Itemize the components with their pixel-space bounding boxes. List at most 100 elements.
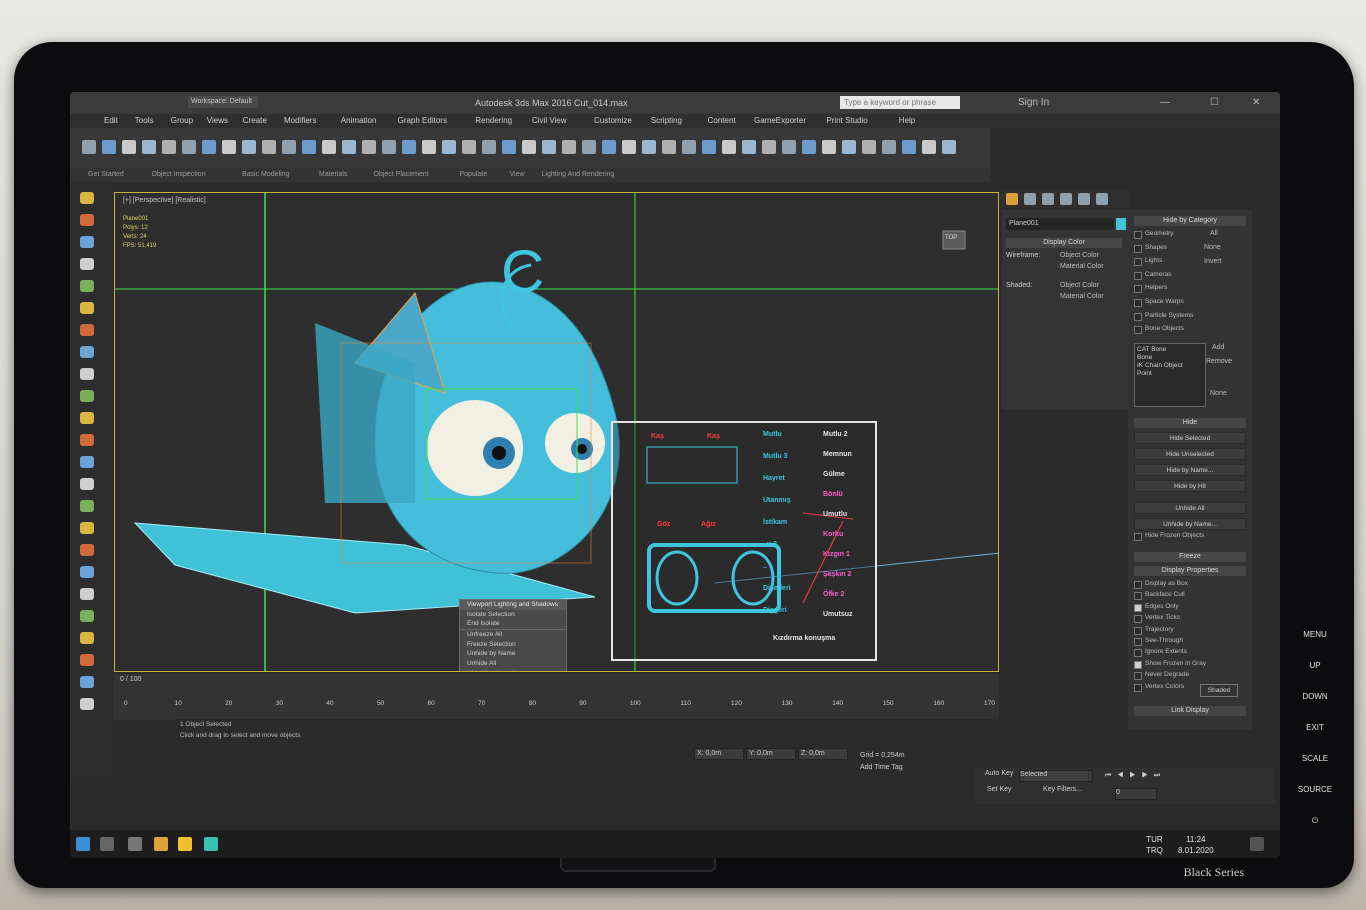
category-checkbox[interactable]: Helpers [1134, 284, 1167, 294]
link-display-rollout[interactable]: Link Display [1134, 706, 1246, 716]
toolbar-tool-icon[interactable] [262, 140, 276, 154]
context-menu-item[interactable]: Isolate Selection [460, 610, 566, 620]
toolbar-tool-icon[interactable] [402, 140, 416, 154]
toolbar-tool-icon[interactable] [622, 140, 636, 154]
toolbar-tool-icon[interactable] [482, 140, 496, 154]
display-property-checkbox[interactable]: Trajectory [1134, 626, 1174, 635]
monitor-power-button[interactable]: ⏻ [1292, 816, 1338, 847]
notification-icon[interactable] [1250, 837, 1264, 851]
left-tool-icon[interactable] [80, 632, 94, 644]
shaded-material-color[interactable]: Material Color [1060, 293, 1104, 300]
display-property-checkbox[interactable]: Ignore Extents [1134, 648, 1187, 658]
context-menu-item[interactable]: Viewport Lighting and Shadows [460, 600, 566, 610]
language-indicator[interactable]: TUR TRQ [1146, 834, 1163, 856]
display-property-checkbox[interactable]: Display as Box [1134, 580, 1188, 589]
ribbon-tab-5[interactable]: Populate [460, 171, 488, 178]
menu-item-10[interactable]: Customize [594, 116, 632, 125]
left-tool-icon[interactable] [80, 456, 94, 468]
menu-item-4[interactable]: Create [243, 116, 267, 125]
y-coord-field[interactable]: Y: 0,0m [746, 748, 796, 760]
create-tab-icon[interactable] [1006, 193, 1018, 205]
category-invert-button[interactable]: Invert [1204, 258, 1222, 265]
left-tool-icon[interactable] [80, 346, 94, 358]
current-frame-field[interactable]: 0 [1115, 788, 1157, 800]
left-tool-icon[interactable] [80, 192, 94, 204]
toolbar-tool-icon[interactable] [142, 140, 156, 154]
left-tool-icon[interactable] [80, 324, 94, 336]
facial-controls-board[interactable]: Mutlu Mutlu 3 Hayret Utanmış İstikam ..u 2.. D… [611, 421, 877, 661]
shaded-button[interactable]: Shaded [1200, 684, 1238, 697]
toolbar-tool-icon[interactable] [582, 140, 596, 154]
toolbar-tool-icon[interactable] [942, 140, 956, 154]
task-view-icon[interactable] [128, 837, 142, 851]
context-menu-item[interactable]: Unhide All [460, 659, 566, 669]
toolbar-tool-icon[interactable] [802, 140, 816, 154]
category-checkbox[interactable]: Space Warps [1134, 298, 1184, 307]
hide-action-button[interactable]: Hide by Name... [1134, 464, 1246, 476]
category-checkbox[interactable]: Particle Systems [1134, 312, 1193, 321]
hierarchy-tab-icon[interactable] [1042, 193, 1054, 205]
hide-action-button[interactable]: Hide by Hit [1134, 480, 1246, 492]
toolbar-tool-icon[interactable] [502, 140, 516, 154]
x-coord-field[interactable]: X: 0,0m [694, 748, 744, 760]
maximize-icon[interactable]: ☐ [1210, 97, 1219, 108]
menu-item-14[interactable]: Print Studio [826, 116, 867, 125]
menu-item-12[interactable]: Content [708, 116, 736, 125]
left-tool-icon[interactable] [80, 368, 94, 380]
menu-item-6[interactable]: Animation [341, 116, 377, 125]
menu-item-1[interactable]: Tools [135, 116, 154, 125]
key-filters-button[interactable]: Key Filters... [1043, 786, 1082, 793]
search-icon[interactable] [100, 837, 114, 851]
toolbar-tool-icon[interactable] [702, 140, 716, 154]
remove-button[interactable]: Remove [1206, 358, 1232, 365]
context-menu-item[interactable]: End Isolate [460, 619, 566, 629]
explorer-icon[interactable] [178, 837, 192, 851]
left-tool-icon[interactable] [80, 236, 94, 248]
left-tool-icon[interactable] [80, 654, 94, 666]
toolbar-tool-icon[interactable] [162, 140, 176, 154]
ribbon-tab-2[interactable]: Basic Modeling [242, 171, 289, 178]
motion-tab-icon[interactable] [1060, 193, 1072, 205]
sign-in-link[interactable]: Sign In [1018, 97, 1049, 108]
left-tool-icon[interactable] [80, 258, 94, 270]
toolbar-tool-icon[interactable] [562, 140, 576, 154]
display-property-checkbox[interactable]: See-Through [1134, 637, 1183, 646]
timeline[interactable]: 0 / 100 0 10 20 30 40 50 60 70 80 90 100 110 120 130 1… [114, 674, 999, 720]
toolbar-tool-icon[interactable] [822, 140, 836, 154]
toolbar-tool-icon[interactable] [462, 140, 476, 154]
category-list-entry[interactable]: IK Chain Object [1137, 362, 1203, 370]
set-key-button[interactable]: Set Key [987, 786, 1012, 793]
modify-tab-icon[interactable] [1024, 193, 1036, 205]
hide-rollout[interactable]: Hide [1134, 418, 1246, 428]
z-coord-field[interactable]: Z: 0,0m [798, 748, 848, 760]
toolbar-tool-icon[interactable] [282, 140, 296, 154]
add-button[interactable]: Add [1212, 344, 1224, 351]
selected-dropdown[interactable]: Selected [1019, 770, 1093, 782]
hide-frozen-checkbox[interactable]: Hide Frozen Objects [1134, 532, 1204, 541]
left-tool-icon[interactable] [80, 676, 94, 688]
object-name-field[interactable]: Plane001 [1006, 218, 1114, 230]
toolbar-tool-icon[interactable] [922, 140, 936, 154]
category-checkbox[interactable]: Cameras [1134, 271, 1171, 280]
start-icon[interactable] [76, 837, 90, 851]
toolbar-tool-icon[interactable] [222, 140, 236, 154]
left-tool-icon[interactable] [80, 214, 94, 226]
list-none-button[interactable]: None [1210, 390, 1227, 397]
context-menu-item[interactable]: Freeze Selection [460, 640, 566, 650]
display-property-checkbox[interactable]: Vertex Ticks [1134, 614, 1180, 624]
workspace-dropdown[interactable]: Workspace: Default [188, 96, 258, 108]
playback-icons[interactable]: ⏮ ◀ ▶ ▶ ⏭ [1105, 772, 1162, 780]
menu-item-5[interactable]: Modifiers [284, 116, 316, 125]
toolbar-tool-icon[interactable] [742, 140, 756, 154]
category-all-button[interactable]: All [1210, 230, 1218, 237]
freeze-rollout[interactable]: Freeze [1134, 552, 1246, 562]
left-tool-icon[interactable] [80, 610, 94, 622]
hide-action-button[interactable]: Hide Unselected [1134, 448, 1246, 460]
hide-action-button[interactable]: Unhide All [1134, 502, 1246, 514]
left-tool-icon[interactable] [80, 544, 94, 556]
toolbar-tool-icon[interactable] [442, 140, 456, 154]
close-icon[interactable]: ✕ [1252, 97, 1260, 108]
category-checkbox[interactable]: Shapes [1134, 244, 1167, 253]
add-time-tag-button[interactable]: Add Time Tag [860, 764, 903, 771]
utilities-tab-icon[interactable] [1096, 193, 1108, 205]
